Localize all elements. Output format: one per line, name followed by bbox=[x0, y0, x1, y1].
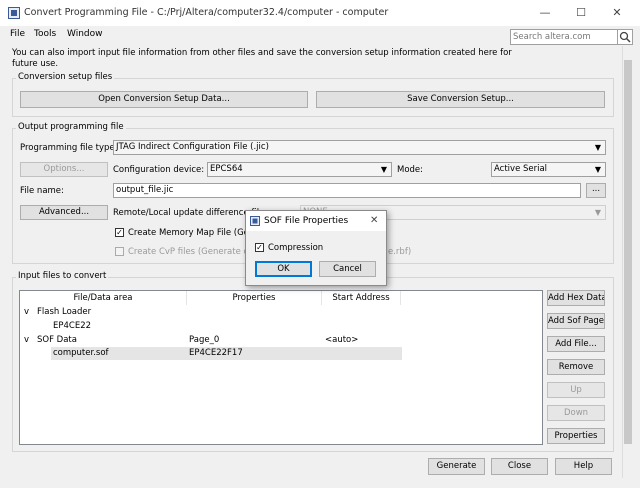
browse-button[interactable]: ... bbox=[586, 183, 606, 198]
file-name-label: File name: bbox=[20, 186, 64, 196]
column-header-file[interactable]: File/Data area bbox=[20, 291, 187, 305]
cvp-label: Create CvP files (Generate out bbox=[128, 247, 258, 257]
search-icon bbox=[619, 31, 631, 43]
file-type-label: Programming file type: bbox=[20, 143, 118, 153]
cvp-checkbox[interactable] bbox=[115, 247, 124, 256]
properties-button[interactable]: Properties bbox=[547, 428, 605, 444]
column-header-properties[interactable]: Properties bbox=[187, 291, 322, 305]
config-device-label: Configuration device: bbox=[113, 165, 205, 175]
remote-update-label: Remote/Local update difference fil bbox=[113, 208, 260, 218]
row-name: SOF Data bbox=[37, 335, 77, 345]
help-button[interactable]: Help bbox=[555, 458, 612, 475]
advanced-button[interactable]: Advanced... bbox=[20, 205, 108, 220]
minimize-button[interactable]: — bbox=[530, 4, 560, 22]
add-hex-data-button[interactable]: Add Hex Data bbox=[547, 290, 605, 306]
up-button[interactable]: Up bbox=[547, 382, 605, 398]
menu-window[interactable]: Window bbox=[67, 29, 103, 39]
output-programming-label: Output programming file bbox=[16, 122, 126, 132]
generate-button[interactable]: Generate bbox=[428, 458, 485, 475]
maximize-button[interactable]: ☐ bbox=[566, 4, 596, 22]
input-files-tree[interactable]: File/Data area Properties Start Address … bbox=[19, 290, 543, 445]
row-name: Flash Loader bbox=[37, 307, 92, 317]
row-name: EP4CE22 bbox=[53, 321, 92, 331]
open-conversion-setup-button[interactable]: Open Conversion Setup Data... bbox=[20, 91, 308, 108]
file-name-input[interactable]: output_file.jic bbox=[113, 183, 581, 198]
dialog-title: SOF File Properties bbox=[264, 216, 349, 226]
table-row-selected[interactable]: computer.sof EP4CE22F17 bbox=[51, 347, 402, 360]
column-header-start-address[interactable]: Start Address bbox=[322, 291, 401, 305]
chevron-down-icon: ▼ bbox=[594, 143, 601, 152]
close-window-button[interactable]: ✕ bbox=[602, 4, 632, 22]
sof-properties-dialog: SOF File Properties ✕ ✓ Compression OK C… bbox=[245, 210, 387, 286]
menu-file[interactable]: File bbox=[10, 29, 25, 39]
row-properties: EP4CE22F17 bbox=[189, 348, 243, 358]
memory-map-label: Create Memory Map File (Gene bbox=[128, 228, 260, 238]
table-row[interactable]: EP4CE22 bbox=[20, 321, 402, 333]
down-button[interactable]: Down bbox=[547, 405, 605, 421]
row-properties: Page_0 bbox=[189, 335, 220, 345]
dialog-cancel-button[interactable]: Cancel bbox=[319, 261, 376, 277]
expander-icon[interactable]: v bbox=[24, 307, 29, 317]
row-name: computer.sof bbox=[53, 348, 109, 358]
intro-text-line-2: future use. bbox=[12, 59, 59, 69]
search-button[interactable] bbox=[617, 29, 633, 45]
mode-combo[interactable]: Active Serial ▼ bbox=[491, 162, 606, 177]
table-row[interactable]: v Flash Loader bbox=[20, 307, 402, 319]
memory-map-checkbox[interactable]: ✓ bbox=[115, 228, 124, 237]
close-button[interactable]: Close bbox=[491, 458, 548, 475]
menu-tools[interactable]: Tools bbox=[34, 29, 56, 39]
add-sof-page-button[interactable]: Add Sof Page bbox=[547, 313, 605, 329]
input-files-label: Input files to convert bbox=[16, 271, 109, 281]
save-conversion-setup-button[interactable]: Save Conversion Setup... bbox=[316, 91, 605, 108]
chevron-down-icon: ▼ bbox=[594, 165, 601, 174]
chevron-down-icon: ▼ bbox=[380, 165, 387, 174]
dialog-close-button[interactable]: ✕ bbox=[370, 215, 378, 226]
window-title: Convert Programming File - C:/Prj/Altera… bbox=[24, 7, 389, 18]
quartus-app-icon bbox=[250, 216, 260, 226]
mode-value: Active Serial bbox=[494, 164, 548, 174]
conversion-setup-label: Conversion setup files bbox=[16, 72, 115, 82]
search-input[interactable]: Search altera.com bbox=[510, 29, 618, 45]
intro-text-line-1: You can also import input file informati… bbox=[12, 48, 512, 58]
options-button[interactable]: Options... bbox=[20, 162, 108, 177]
chevron-down-icon: ▼ bbox=[594, 208, 601, 217]
config-device-value: EPCS64 bbox=[210, 164, 243, 174]
file-type-combo[interactable]: JTAG Indirect Configuration File (.jic) … bbox=[113, 140, 606, 155]
row-start-address: <auto> bbox=[325, 335, 359, 345]
file-type-value: JTAG Indirect Configuration File (.jic) bbox=[116, 142, 269, 152]
quartus-app-icon bbox=[8, 7, 20, 19]
cvp-label-tail: e.rbf) bbox=[388, 247, 412, 257]
remove-button[interactable]: Remove bbox=[547, 359, 605, 375]
config-device-combo[interactable]: EPCS64 ▼ bbox=[207, 162, 392, 177]
scrollbar-thumb[interactable] bbox=[624, 60, 632, 444]
expander-icon[interactable]: v bbox=[24, 335, 29, 345]
mode-label: Mode: bbox=[397, 165, 424, 175]
table-row[interactable]: v SOF Data Page_0 <auto> bbox=[20, 335, 402, 347]
compression-checkbox[interactable]: ✓ bbox=[255, 243, 264, 252]
dialog-ok-button[interactable]: OK bbox=[255, 261, 312, 277]
compression-label: Compression bbox=[268, 243, 324, 253]
add-file-button[interactable]: Add File... bbox=[547, 336, 605, 352]
